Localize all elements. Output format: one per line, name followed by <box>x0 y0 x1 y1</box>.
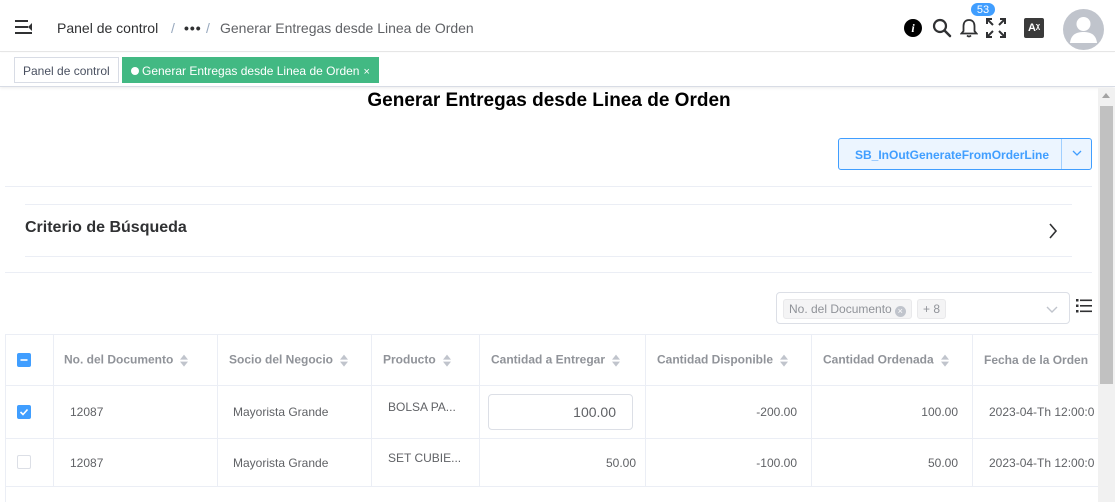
scroll-up-arrow-icon[interactable] <box>1102 93 1110 98</box>
main-content: Generar Entregas desde Linea de Orden SB… <box>0 88 1098 502</box>
cell-order-date: 2023-04-Th 12:00:0 <box>973 439 1098 486</box>
breadcrumb-separator: / <box>206 20 210 36</box>
header-label: Fecha de la Orden <box>984 353 1089 367</box>
header-qty-ordered[interactable]: Cantidad Ordenada <box>812 335 973 385</box>
cell-order-date: 2023-04-Th 12:00:0 <box>973 386 1098 438</box>
data-table: No. del Documento Socio del Negocio Prod… <box>5 334 1098 502</box>
avatar[interactable] <box>1063 9 1104 50</box>
column-selector[interactable]: No. del Documento × + 8 <box>776 292 1070 324</box>
scrollbar-thumb[interactable] <box>1100 106 1113 384</box>
cell-qty-ordered: 100.00 <box>812 386 973 438</box>
divider <box>1061 139 1062 169</box>
cell-qty-to-deliver: 100.00 <box>480 386 646 438</box>
table-header-row: No. del Documento Socio del Negocio Prod… <box>6 335 1098 386</box>
row-checkbox[interactable] <box>17 405 31 419</box>
vertical-scrollbar[interactable] <box>1098 88 1115 502</box>
header-label: Producto <box>383 352 436 367</box>
header-label: Socio del Negocio <box>229 352 334 367</box>
header-qty-to-deliver[interactable]: Cantidad a Entregar <box>480 335 646 385</box>
cell-document-no: 12087 <box>54 386 218 438</box>
tag-label: Generar Entregas desde Linea de Orden <box>142 64 360 78</box>
table-row[interactable]: 12087 Mayorista Grande BOLSA PA... 100.0… <box>6 386 1098 439</box>
header-label: Cantidad Disponible <box>657 352 774 367</box>
sort-icon[interactable] <box>179 353 189 367</box>
header-label: No. del Documento <box>64 352 174 367</box>
column-chip: No. del Documento × <box>783 299 912 319</box>
chevron-down-icon[interactable] <box>1071 147 1083 159</box>
more-columns-chip: + 8 <box>917 299 947 319</box>
header-business-partner[interactable]: Socio del Negocio <box>218 335 372 385</box>
row-checkbox[interactable] <box>17 455 31 469</box>
indeterminate-icon <box>20 359 28 361</box>
info-icon[interactable]: i <box>904 19 922 37</box>
user-icon <box>1070 17 1097 43</box>
breadcrumb-ellipsis[interactable]: ••• <box>184 20 202 36</box>
breadcrumb-home[interactable]: Panel de control <box>57 20 158 36</box>
table-row[interactable]: 12087 Mayorista Grande SET CUBIE... 50.0… <box>6 439 1098 487</box>
hamburger-icon[interactable] <box>15 19 33 35</box>
chevron-right-icon[interactable] <box>1048 222 1058 240</box>
header-product[interactable]: Producto <box>372 335 480 385</box>
cell-business-partner: Mayorista Grande <box>218 439 372 486</box>
header-checkbox-cell <box>6 335 54 385</box>
process-button[interactable]: SB_InOutGenerateFromOrderLine <box>838 138 1092 170</box>
cell-qty-ordered: 50.00 <box>812 439 973 486</box>
tag-generar-entregas[interactable]: Generar Entregas desde Linea de Orden × <box>122 57 379 83</box>
bell-icon[interactable] <box>960 18 978 38</box>
close-icon[interactable]: × <box>363 66 369 78</box>
fullscreen-icon[interactable] <box>986 18 1006 38</box>
cell-document-no: 12087 <box>54 439 218 486</box>
qty-to-deliver-input[interactable]: 100.00 <box>488 394 633 430</box>
sort-icon[interactable] <box>611 353 621 367</box>
row-checkbox-cell <box>6 439 54 486</box>
breadcrumb-separator: / <box>171 20 175 36</box>
header-label: Cantidad a Entregar <box>491 352 606 367</box>
header-document-no[interactable]: No. del Documento <box>54 335 218 385</box>
header-order-date[interactable]: Fecha de la Orden <box>973 335 1098 385</box>
translate-icon[interactable]: Aᵡ <box>1024 18 1044 38</box>
active-dot-icon <box>131 67 139 75</box>
close-icon[interactable]: × <box>894 306 906 317</box>
tag-label: Panel de control <box>23 64 110 78</box>
criteria-title: Criterio de Búsqueda <box>25 219 187 236</box>
cell-qty-to-deliver[interactable]: 50.00 <box>480 439 646 486</box>
divider <box>5 186 1092 187</box>
sort-icon[interactable] <box>442 353 452 367</box>
cell-business-partner: Mayorista Grande <box>218 386 372 438</box>
notification-badge: 53 <box>970 2 996 17</box>
divider <box>5 272 1092 273</box>
search-criteria-collapse[interactable]: Criterio de Búsqueda <box>25 204 1072 257</box>
check-icon <box>19 408 29 416</box>
tags-view: Panel de control Generar Entregas desde … <box>0 53 1115 87</box>
breadcrumb-current: Generar Entregas desde Linea de Orden <box>220 20 474 36</box>
page-title: Generar Entregas desde Linea de Orden <box>367 90 731 111</box>
sort-icon[interactable] <box>339 353 349 367</box>
sort-icon[interactable] <box>779 353 789 367</box>
header-label: Cantidad Ordenada <box>823 352 934 367</box>
list-icon[interactable] <box>1076 298 1092 314</box>
header-qty-available[interactable]: Cantidad Disponible <box>646 335 812 385</box>
navbar: Panel de control / ••• / Generar Entrega… <box>0 0 1115 52</box>
chevron-down-icon[interactable] <box>1045 302 1059 316</box>
tag-panel-de-control[interactable]: Panel de control <box>14 57 119 83</box>
chip-label: No. del Documento <box>789 302 892 316</box>
search-icon[interactable] <box>932 18 952 38</box>
row-checkbox-cell <box>6 386 54 438</box>
process-button-label: SB_InOutGenerateFromOrderLine <box>855 148 1050 162</box>
cell-qty-available: -200.00 <box>646 386 812 438</box>
cell-product: BOLSA PA... <box>372 386 480 438</box>
cell-qty-available: -100.00 <box>646 439 812 486</box>
cell-product: SET CUBIE... <box>372 439 480 486</box>
sort-icon[interactable] <box>940 353 950 367</box>
select-all-checkbox[interactable] <box>17 353 31 367</box>
